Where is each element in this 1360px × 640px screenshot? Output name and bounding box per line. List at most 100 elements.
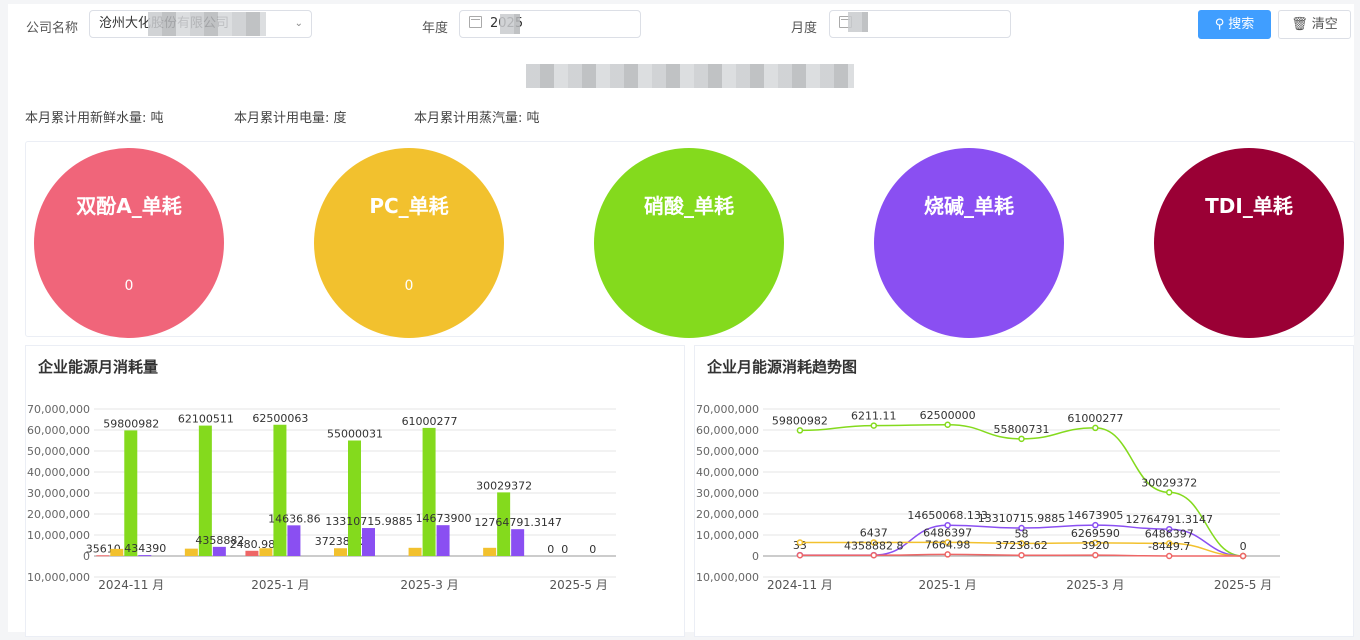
line-data-label: 30029372 <box>1141 476 1197 489</box>
y-tick-label: 20,000,000 <box>696 508 759 521</box>
data-point <box>1018 435 1025 443</box>
bar-data-label: 13310715.9885 <box>325 515 412 528</box>
kpi-value: 0 <box>124 278 134 294</box>
bar-data-label: 62100511 <box>178 413 234 426</box>
kpi-circle-caustic-soda: 烧碱_单耗 <box>874 148 1064 338</box>
bar <box>422 427 436 556</box>
x-tick-label: 2025-5 月 <box>1214 578 1272 592</box>
x-tick-label: 2024-11 月 <box>767 578 833 592</box>
kpi-circle-nitric-acid: 硝酸_单耗 <box>594 148 784 338</box>
y-tick-label: 50,000,000 <box>27 445 90 458</box>
data-point <box>796 539 804 546</box>
kpi-circle-pc: PC_单耗 0 <box>314 148 504 338</box>
redaction-mask <box>500 14 520 34</box>
y-tick-label: 20,000,000 <box>27 508 90 521</box>
dashboard-page: 公司名称 沧州大化股份有限公司 ⌄ 年度 2025 月度 ⚲搜索 🗑清空 本月累… <box>8 4 1355 637</box>
line-data-label: 0 <box>1240 540 1247 553</box>
line-data-label: 37238.62 <box>995 539 1048 552</box>
year-picker[interactable]: 2025 <box>459 10 641 38</box>
line-data-label: 7664.98 <box>925 538 971 551</box>
bar-data-label: 12764791.3147 <box>474 516 561 529</box>
bar <box>408 547 422 556</box>
y-tick-label: 60,000,000 <box>696 424 759 437</box>
kpi-value: 0 <box>404 278 414 294</box>
x-tick-label: 2024-11 月 <box>98 578 164 592</box>
line-chart: 70,000,000 60,000,000 50,000,000 40,000,000… <box>696 403 1280 592</box>
search-button[interactable]: ⚲ 搜索 <box>1198 10 1271 39</box>
summary-steam: 本月累计用蒸汽量: 吨 <box>414 111 540 126</box>
month-label: 月度 <box>791 21 818 36</box>
bar <box>273 424 287 556</box>
year-label: 年度 <box>422 21 449 36</box>
bar <box>259 548 273 556</box>
data-point <box>944 551 951 558</box>
data-point <box>870 422 878 429</box>
bar-data-label: 14673900 <box>416 512 472 525</box>
x-tick-label: 2025-1 月 <box>918 578 976 592</box>
line-data-label: 14673905 <box>1067 509 1123 522</box>
y-tick-label: 40,000,000 <box>696 466 759 479</box>
kpi-title: 硝酸_单耗 <box>644 194 734 218</box>
clear-button[interactable]: 🗑 清空 <box>1278 10 1351 39</box>
y-tick-label: 70,000,000 <box>696 403 759 416</box>
summary-water: 本月累计用新鲜水量: 吨 <box>25 111 164 126</box>
kpi-title: 双酚A_单耗 <box>76 194 182 218</box>
bar-data-label: 14636.86 <box>268 512 321 525</box>
x-tick-label: 2025-1 月 <box>251 578 309 592</box>
line-data-label: 13310715.9885 <box>978 512 1065 525</box>
redaction-mask <box>848 12 868 32</box>
line-data-label: 61000277 <box>1067 412 1123 425</box>
data-point <box>944 421 951 428</box>
redaction-mask <box>148 12 266 36</box>
bar-data-label: 0 <box>547 543 554 556</box>
kpi-circle-tdi: TDI_单耗 <box>1154 148 1344 338</box>
kpi-title: PC_单耗 <box>369 194 449 218</box>
bar <box>348 440 361 556</box>
bar-chart: 70,000,000 60,000,000 50,000,000 40,000,000… <box>27 403 616 592</box>
bar <box>511 529 525 556</box>
bar-data-label: 55000031 <box>327 428 383 441</box>
data-point <box>796 427 804 434</box>
line-chart-title: 企业月能源消耗趋势图 <box>707 358 858 376</box>
line-chart-panel: 企业月能源消耗趋势图 70,000,000 60,000,000 50,000,00… <box>694 345 1354 637</box>
x-tick-label: 2025-3 月 <box>400 578 458 592</box>
y-tick-label: 10,000,000 <box>27 529 90 542</box>
line-data-label: 4358882 8 <box>844 539 904 552</box>
data-point <box>1165 489 1173 496</box>
line-data-label: 14650068.133 <box>907 509 987 522</box>
bar <box>483 547 497 556</box>
kpi-title: 烧碱_单耗 <box>924 194 1014 218</box>
bar <box>334 548 347 556</box>
bar-data-label: 62500063 <box>252 412 308 425</box>
bar-data-label: 61000277 <box>402 415 458 428</box>
line-data-label: 3920 <box>1081 539 1109 552</box>
clear-button-label: 清空 <box>1311 17 1338 32</box>
trash-icon: 🗑 <box>1291 17 1308 32</box>
chevron-down-icon: ⌄ <box>294 18 303 29</box>
line-data-label: 59800982 <box>772 414 828 427</box>
y-tick-label: 40,000,000 <box>27 466 90 479</box>
y-tick-label: 50,000,000 <box>696 445 759 458</box>
search-button-label: 搜索 <box>1228 17 1255 32</box>
bar-data-label: 59800982 <box>103 417 159 430</box>
company-label: 公司名称 <box>26 21 79 36</box>
bar <box>138 555 152 557</box>
data-point <box>1239 552 1247 560</box>
y-tick-label: 10,000,000 <box>696 571 759 584</box>
filter-bar: 公司名称 沧州大化股份有限公司 ⌄ 年度 2025 月度 ⚲搜索 🗑清空 <box>8 4 1354 44</box>
data-point <box>1018 551 1025 559</box>
bar <box>124 430 138 556</box>
data-point <box>796 552 804 559</box>
kpi-title: TDI_单耗 <box>1205 194 1293 218</box>
bar-data-label: 30029372 <box>476 479 532 492</box>
line-data-label: 6486397 <box>1145 527 1194 540</box>
line-data-label: 6437 <box>860 526 888 539</box>
bar <box>362 528 375 556</box>
bar <box>436 525 450 556</box>
line-data-label: 55800731 <box>994 423 1050 436</box>
y-tick-label: 0 <box>752 550 759 563</box>
redaction-mask <box>526 64 854 88</box>
bar <box>287 525 301 556</box>
line-data-label: -8449.7 <box>1148 540 1190 553</box>
line-data-label: 12764791.3147 <box>1125 513 1212 526</box>
